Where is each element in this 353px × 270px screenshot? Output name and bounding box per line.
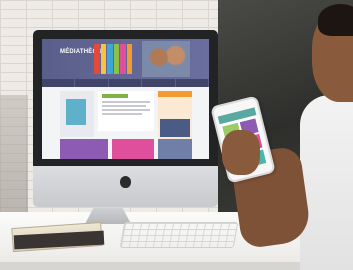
middle-column-title	[102, 94, 128, 98]
shelf	[0, 95, 28, 215]
purple-tile	[60, 139, 108, 159]
book-cover	[66, 99, 86, 125]
apple-logo-icon	[120, 176, 131, 188]
calendar-widget	[160, 119, 190, 137]
site-header: MÉDIATHÈQUE	[42, 39, 209, 79]
header-photo	[142, 41, 190, 77]
text-line	[102, 113, 142, 115]
imac-chin	[33, 166, 218, 207]
keyboard	[119, 222, 239, 248]
site-nav	[42, 79, 209, 87]
white-shirt	[300, 95, 353, 270]
pink-tile	[112, 139, 154, 159]
imac-screen: MÉDIATHÈQUE	[42, 39, 209, 159]
photo-scene: MÉDIATHÈQUE	[0, 0, 353, 270]
text-line	[102, 101, 150, 103]
text-line	[102, 105, 146, 107]
text-line	[102, 109, 150, 111]
blue-tile	[158, 139, 192, 159]
header-books-illustration	[94, 44, 132, 74]
right-column-header	[158, 91, 192, 97]
person-hair	[318, 4, 353, 36]
imac-computer: MÉDIATHÈQUE	[33, 30, 218, 207]
person-hand	[222, 130, 260, 175]
